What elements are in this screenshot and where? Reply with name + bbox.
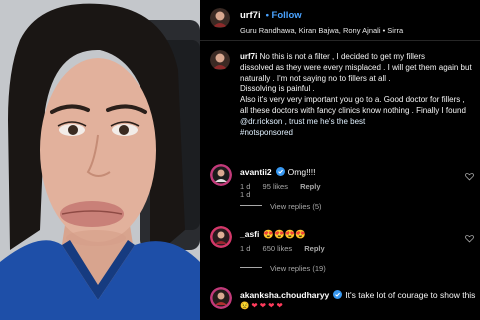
caption-line: Dissolving is painful .: [240, 84, 315, 94]
reply-button[interactable]: Reply: [304, 244, 324, 253]
commenter-avatar[interactable]: [210, 226, 232, 248]
comment-likes[interactable]: 650 likes: [263, 244, 293, 253]
comment-meta: 1 d 650 likes Reply: [240, 244, 335, 253]
commenter-avatar[interactable]: [210, 287, 232, 309]
post-header: urf7i • Follow Guru Randhawa, Kiran Bajwa…: [210, 6, 478, 40]
like-heart-icon[interactable]: [465, 172, 474, 181]
caption-hashtag[interactable]: #notsponsored: [240, 128, 480, 139]
follow-button[interactable]: • Follow: [266, 10, 302, 21]
reply-button[interactable]: Reply: [300, 182, 320, 191]
post-image: [0, 0, 200, 320]
post-photo: [0, 0, 200, 320]
comment-likes[interactable]: 95 likes: [263, 182, 288, 191]
header-divider: [200, 40, 480, 41]
caption-line: Also it's very very important you go to …: [240, 95, 465, 105]
caption-line: No this is not a filter , I decided to g…: [259, 52, 425, 61]
comment-body: akanksha.choudharyy It's take lot of cour…: [240, 290, 475, 300]
comment-username[interactable]: avantii2: [240, 167, 272, 177]
audio-credit[interactable]: Guru Randhawa, Kiran Bajwa, Rony Ajnali …: [240, 26, 403, 35]
view-replies-button[interactable]: View replies (19): [240, 264, 326, 273]
comment-text: Omg!!!!: [287, 167, 316, 177]
caption-line: all these doctors with fancy clinics kno…: [240, 105, 466, 115]
replies-line: [240, 205, 262, 206]
author-avatar[interactable]: [210, 8, 230, 28]
comment-timestamp: 1 d: [240, 182, 251, 191]
comment-body: avantii2 Omg!!!!: [240, 167, 316, 177]
verified-badge-icon: [275, 167, 285, 176]
like-heart-icon[interactable]: [465, 234, 474, 243]
caption-avatar[interactable]: [210, 50, 230, 70]
comment-username[interactable]: _asfi: [240, 229, 259, 239]
view-replies-label: View replies (5): [270, 202, 322, 211]
comment-username[interactable]: akanksha.choudharyy: [240, 290, 329, 300]
view-replies-label: View replies (19): [270, 264, 326, 273]
caption-username[interactable]: urf7i: [240, 52, 257, 61]
replies-line: [240, 267, 262, 268]
caption-line: naturally . I'm not saying no to fillers…: [240, 73, 391, 83]
comment-timestamp: 1 d: [240, 244, 251, 253]
view-replies-button[interactable]: View replies (5): [240, 202, 322, 211]
caption-text: urf7i No this is not a filter , I decide…: [240, 52, 480, 138]
comment-body: _asfi 😍😍😍😍: [240, 229, 306, 240]
caption-mention-line[interactable]: @dr.rickson , trust me he's the best: [240, 117, 480, 128]
author-username[interactable]: urf7i • Follow: [240, 10, 302, 21]
commenter-avatar[interactable]: [210, 164, 232, 186]
comment-emoji-line: 😟 ❤ ❤ ❤ ❤: [240, 301, 283, 310]
comments-panel: urf7i • Follow Guru Randhawa, Kiran Bajwa…: [200, 0, 480, 320]
comment-text: It's take lot of courage to show this: [345, 290, 476, 300]
caption-line: dissolved as they were every misplaced .…: [240, 62, 472, 72]
comment-meta: 1 d 95 likes Reply: [240, 182, 331, 191]
caption-timestamp: 1 d: [240, 190, 251, 199]
verified-badge-icon: [333, 290, 343, 299]
comment-emoji-text: 😍😍😍😍: [263, 229, 306, 239]
